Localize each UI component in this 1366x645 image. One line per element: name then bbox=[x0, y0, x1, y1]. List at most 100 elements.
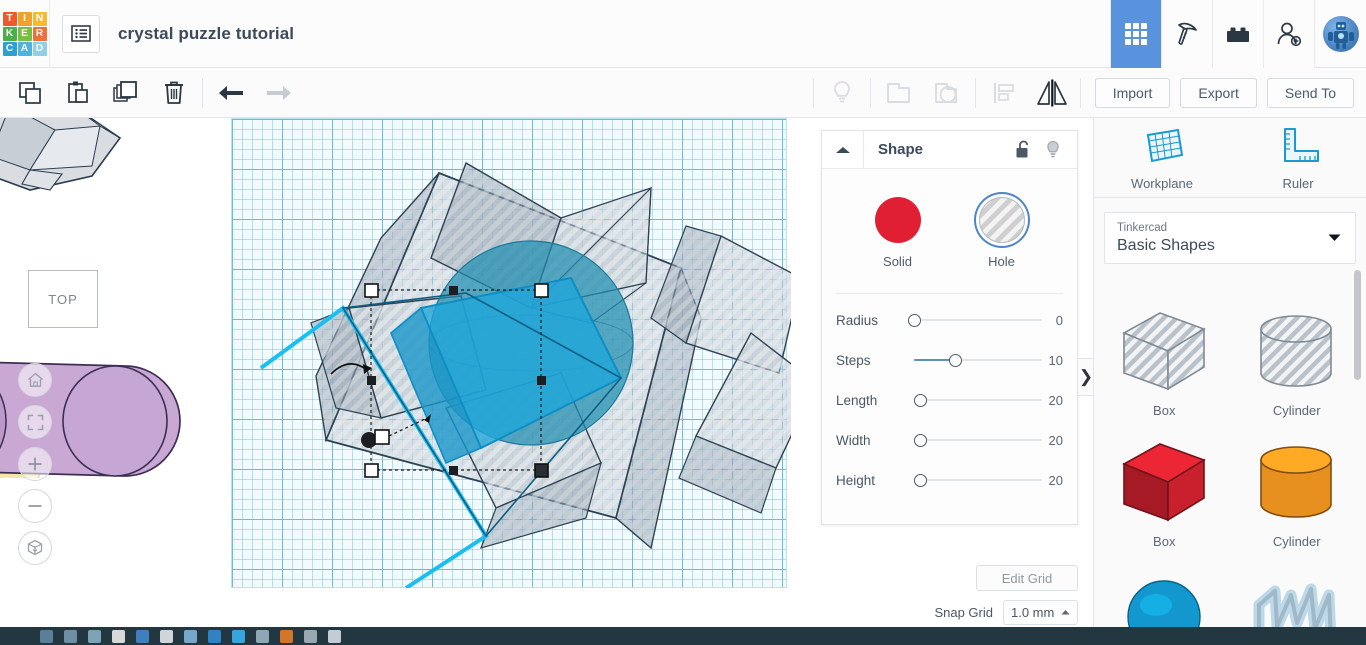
grid-controls: Edit Grid Snap Grid 1.0 mm bbox=[821, 565, 1078, 625]
import-button[interactable]: Import bbox=[1094, 77, 1171, 108]
light-toggle-button[interactable] bbox=[1041, 131, 1065, 169]
align-button[interactable] bbox=[980, 68, 1028, 118]
logo-tile: N bbox=[32, 11, 47, 26]
copy-button[interactable] bbox=[6, 68, 54, 118]
slider-knob[interactable] bbox=[908, 313, 921, 327]
shape-cylinder-orange-label: Cylinder bbox=[1272, 534, 1321, 549]
design-list-button[interactable] bbox=[62, 14, 100, 53]
group-button[interactable] bbox=[875, 68, 923, 118]
lock-toggle-button[interactable] bbox=[1011, 131, 1035, 169]
mirror-button[interactable] bbox=[1028, 68, 1076, 118]
taskbar-item[interactable] bbox=[328, 629, 341, 643]
taskbar-item[interactable] bbox=[136, 629, 149, 643]
shape-panel-collapse-button[interactable] bbox=[822, 130, 864, 169]
toolbar-divider bbox=[974, 77, 976, 108]
shape-facet bbox=[1259, 315, 1332, 343]
slider-height-value[interactable]: 20 bbox=[1049, 473, 1063, 488]
light-button[interactable] bbox=[818, 68, 866, 118]
taskbar-item[interactable] bbox=[112, 629, 125, 643]
slider-knob[interactable] bbox=[948, 353, 962, 367]
tinkercad-logo[interactable]: TINKERCAD bbox=[0, 0, 50, 68]
shape-box-hole-art bbox=[1109, 301, 1219, 399]
view-cube-face-label: TOP bbox=[48, 291, 78, 307]
sidebar-tools: Workplane Ruler bbox=[1094, 118, 1366, 198]
duplicate-icon bbox=[113, 80, 137, 102]
shape-panel-header-icons bbox=[1011, 131, 1077, 169]
shape-inspector-panel: Shape Solid Hole Radius 0 Steps 10 Lengt… bbox=[821, 130, 1078, 525]
shape-cylinder-orange[interactable]: Cylinder bbox=[1231, 424, 1364, 555]
shape-library-select[interactable]: Tinkercad Basic Shapes bbox=[1104, 212, 1356, 264]
zoom-in-button[interactable] bbox=[18, 447, 52, 481]
send-to-button[interactable]: Send To bbox=[1266, 77, 1354, 108]
mirror-flip-icon bbox=[1036, 79, 1067, 106]
taskbar-item[interactable] bbox=[160, 629, 173, 643]
account-button[interactable] bbox=[1314, 0, 1366, 68]
slider-radius-value[interactable]: 0 bbox=[1056, 313, 1063, 328]
os-taskbar[interactable] bbox=[0, 627, 1366, 645]
ungroup-button[interactable] bbox=[923, 68, 971, 118]
slider-radius-track[interactable] bbox=[908, 313, 1042, 327]
fit-view-button[interactable] bbox=[18, 405, 52, 439]
export-button[interactable]: Export bbox=[1180, 77, 1257, 108]
robot-avatar-icon bbox=[1327, 21, 1354, 49]
solid-mode[interactable]: Solid bbox=[874, 197, 921, 269]
taskbar-item[interactable] bbox=[64, 629, 77, 643]
app-header: TINKERCAD crystal puzzle tutorial bbox=[0, 0, 1366, 68]
slider-knob[interactable] bbox=[914, 473, 928, 487]
ruler-tool[interactable]: Ruler bbox=[1230, 118, 1366, 197]
hole-mode[interactable]: Hole bbox=[978, 197, 1025, 269]
shape-gallery[interactable]: Box Cylinder Box Cylinder bbox=[1094, 283, 1366, 645]
zoom-out-button[interactable] bbox=[18, 489, 52, 523]
crystal-puzzle-model[interactable] bbox=[231, 118, 791, 588]
blocks-button[interactable] bbox=[1212, 0, 1263, 68]
slider-steps-label: Steps bbox=[836, 352, 871, 368]
delete-button[interactable] bbox=[150, 68, 198, 118]
cylinder-solid-icon bbox=[1259, 446, 1332, 518]
slider-width-value[interactable]: 20 bbox=[1049, 433, 1063, 448]
minecraft-button[interactable] bbox=[1161, 0, 1212, 68]
invite-button[interactable] bbox=[1263, 0, 1314, 68]
taskbar-item[interactable] bbox=[184, 629, 197, 643]
minus-icon bbox=[28, 505, 42, 507]
slider-width-track[interactable] bbox=[914, 433, 1042, 447]
shape-box-hole[interactable]: Box bbox=[1098, 293, 1231, 424]
workplane-tool[interactable]: Workplane bbox=[1094, 118, 1230, 197]
home-view-button[interactable] bbox=[18, 363, 52, 397]
shape-cylinder-hole[interactable]: Cylinder bbox=[1231, 293, 1364, 424]
slider-steps-value[interactable]: 10 bbox=[1049, 353, 1063, 368]
lightbulb-icon bbox=[833, 80, 850, 102]
taskbar-item[interactable] bbox=[304, 629, 317, 643]
taskbar-item[interactable] bbox=[88, 629, 101, 643]
navigation-controls bbox=[18, 363, 54, 573]
library-collection-label: Basic Shapes bbox=[1117, 236, 1215, 254]
duplicate-button[interactable] bbox=[102, 68, 150, 118]
sidebar-scrollbar[interactable] bbox=[1354, 270, 1361, 380]
taskbar-item[interactable] bbox=[208, 629, 221, 643]
slider-length-track[interactable] bbox=[914, 393, 1042, 407]
snap-grid-select[interactable]: 1.0 mm bbox=[1003, 600, 1078, 625]
slider-rail bbox=[914, 399, 1042, 401]
edit-tools-group bbox=[0, 68, 303, 118]
undo-button[interactable] bbox=[207, 68, 255, 118]
slider-length-value[interactable]: 20 bbox=[1049, 393, 1063, 408]
perspective-toggle-button[interactable] bbox=[18, 531, 52, 565]
slider-height-track[interactable] bbox=[914, 473, 1042, 487]
shape-box-red[interactable]: Box bbox=[1098, 424, 1231, 555]
logo-tile: I bbox=[17, 11, 32, 26]
edit-grid-button[interactable]: Edit Grid bbox=[976, 565, 1078, 591]
page-title: crystal puzzle tutorial bbox=[118, 23, 295, 43]
slider-knob[interactable] bbox=[914, 433, 928, 447]
paste-button[interactable] bbox=[54, 68, 102, 118]
grid-view-button[interactable] bbox=[1110, 0, 1161, 68]
slider-knob[interactable] bbox=[914, 393, 928, 407]
slider-length-label: Length bbox=[836, 392, 878, 408]
view-cube[interactable]: TOP bbox=[28, 270, 98, 328]
taskbar-item[interactable] bbox=[40, 629, 53, 643]
taskbar-item[interactable] bbox=[280, 629, 293, 643]
slider-steps-track[interactable] bbox=[914, 353, 1042, 367]
taskbar-item[interactable] bbox=[256, 629, 269, 643]
redo-button[interactable] bbox=[255, 68, 303, 118]
shape-panel-body: Solid Hole Radius 0 Steps 10 Length 20 Width 20 H… bbox=[822, 169, 1077, 524]
redo-arrow-icon bbox=[267, 85, 291, 100]
taskbar-item[interactable] bbox=[232, 629, 245, 643]
